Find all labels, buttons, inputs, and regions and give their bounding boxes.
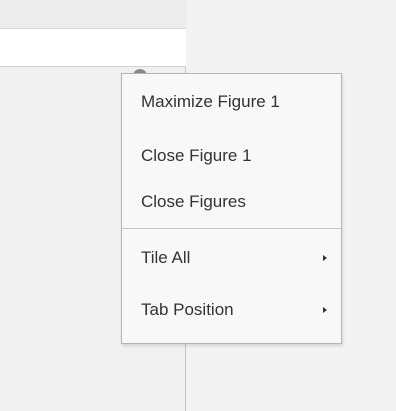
menu-item-tab-position[interactable]: Tab Position — [122, 286, 341, 334]
menu-item-label: Tile All — [141, 248, 191, 267]
menu-separator — [122, 228, 341, 229]
figure-context-menu: Maximize Figure 1 Close Figure 1 Close F… — [121, 73, 342, 344]
menu-item-label: Close Figures — [141, 192, 246, 211]
menu-item-maximize-figure[interactable]: Maximize Figure 1 — [122, 78, 341, 126]
caret-right-icon — [323, 307, 327, 313]
menu-item-tile-all[interactable]: Tile All — [122, 234, 341, 282]
menu-item-label: Close Figure 1 — [141, 146, 252, 165]
caret-right-icon — [323, 255, 327, 261]
menu-item-close-figure[interactable]: Close Figure 1 — [122, 132, 341, 180]
figure-tab-header[interactable] — [0, 29, 186, 83]
menu-item-label: Tab Position — [141, 300, 234, 319]
menu-item-label: Maximize Figure 1 — [141, 92, 280, 111]
panel-top-strip — [0, 0, 186, 29]
menu-item-close-figures[interactable]: Close Figures — [122, 178, 341, 226]
